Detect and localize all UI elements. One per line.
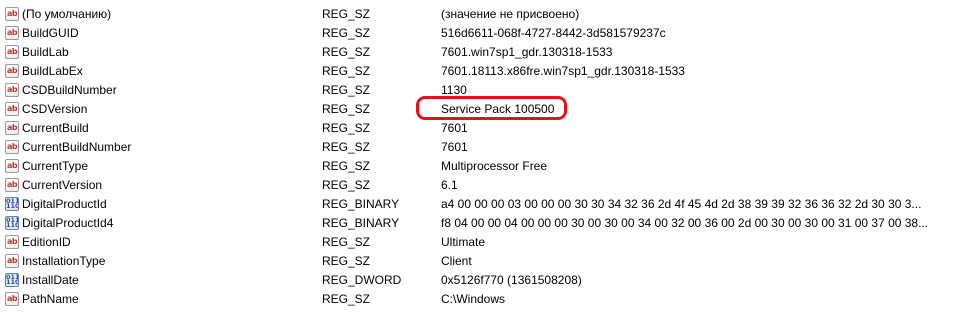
string-value-icon: ab — [5, 45, 19, 59]
string-value-icon: ab — [5, 26, 19, 40]
value-data: 7601 — [441, 140, 468, 154]
value-data: Service Pack 100500 — [441, 102, 555, 116]
value-data: 7601 — [441, 121, 468, 135]
value-type: REG_SZ — [322, 178, 371, 192]
value-data: 0x5126f770 (1361508208) — [441, 273, 582, 287]
value-type: REG_BINARY — [322, 197, 400, 211]
icon-glyph: ab — [6, 180, 18, 189]
value-data: 516d6611-068f-4727-8442-3d581579237c — [441, 26, 666, 40]
value-type: REG_BINARY — [322, 216, 400, 230]
icon-glyph: 011 110 — [6, 216, 19, 229]
value-name: (По умолчанию) — [22, 7, 112, 21]
value-name: PathName — [22, 292, 79, 306]
value-data: 7601.18113.x86fre.win7sp1_gdr.130318-153… — [441, 64, 685, 78]
value-name: DigitalProductId4 — [22, 216, 114, 230]
registry-value-row[interactable]: 011 110 InstallDate REG_DWORD 0x5126f770 (1… — [0, 271, 955, 290]
value-name: CurrentBuild — [22, 121, 89, 135]
value-name: CurrentType — [22, 159, 89, 173]
icon-glyph: ab — [6, 237, 18, 246]
value-type: REG_SZ — [322, 159, 371, 173]
registry-value-row[interactable]: ab InstallationType REG_SZ Client — [0, 252, 955, 271]
value-data: Ultimate — [441, 235, 486, 249]
icon-glyph: ab — [6, 161, 18, 170]
value-data: Multiprocessor Free — [441, 159, 548, 173]
value-data: Client — [441, 254, 472, 268]
icon-glyph: ab — [6, 47, 18, 56]
icon-glyph: 011 110 — [6, 197, 19, 210]
value-name: BuildGUID — [22, 26, 79, 40]
value-name: CurrentBuildNumber — [22, 140, 132, 154]
value-name: CSDVersion — [22, 102, 88, 116]
value-name: CurrentVersion — [22, 178, 103, 192]
registry-value-row[interactable]: ab CurrentType REG_SZ Multiprocessor Free — [0, 157, 955, 176]
value-data: 1130 — [441, 83, 467, 97]
string-value-icon: ab — [5, 64, 19, 78]
string-value-icon: ab — [5, 235, 19, 249]
binary-value-icon: 011 110 — [5, 197, 19, 211]
registry-value-row[interactable]: 011 110 DigitalProductId REG_BINARY a4 00 0… — [0, 195, 955, 214]
registry-value-row[interactable]: 011 110 DigitalProductId4 REG_BINARY f8 04 … — [0, 214, 955, 233]
string-value-icon: ab — [5, 159, 19, 173]
icon-glyph: ab — [6, 66, 18, 75]
icon-glyph: ab — [6, 28, 18, 37]
value-type: REG_SZ — [322, 102, 371, 116]
icon-glyph: ab — [6, 142, 18, 151]
value-data: (значение не присвоено) — [441, 7, 580, 21]
string-value-icon: ab — [5, 140, 19, 154]
value-name: BuildLab — [22, 45, 69, 59]
value-data: 7601.win7sp1_gdr.130318-1533 — [441, 45, 613, 59]
value-type: REG_SZ — [322, 7, 371, 21]
value-type: REG_SZ — [322, 121, 371, 135]
value-type: REG_SZ — [322, 254, 371, 268]
binary-value-icon: 011 110 — [5, 273, 19, 287]
value-data: C:\Windows — [441, 292, 506, 306]
string-value-icon: ab — [5, 83, 19, 97]
value-data: f8 04 00 00 04 00 00 00 30 00 30 00 34 0… — [441, 216, 929, 230]
string-value-icon: ab — [5, 178, 19, 192]
registry-value-row[interactable]: ab CurrentVersion REG_SZ 6.1 — [0, 176, 955, 195]
icon-glyph: 011 110 — [6, 273, 19, 286]
icon-glyph: ab — [6, 104, 18, 113]
icon-glyph: ab — [6, 85, 18, 94]
value-data: 6.1 — [441, 178, 458, 192]
registry-value-row[interactable]: ab CurrentBuildNumber REG_SZ 7601 — [0, 138, 955, 157]
value-name: InstallDate — [22, 273, 79, 287]
registry-value-row[interactable]: ab PathName REG_SZ C:\Windows — [0, 290, 955, 309]
registry-value-row[interactable]: ab CSDVersion REG_SZ Service Pack 100500 — [0, 100, 955, 119]
value-type: REG_SZ — [322, 235, 371, 249]
icon-glyph: ab — [6, 256, 18, 265]
value-name: InstallationType — [22, 254, 106, 268]
value-name: BuildLabEx — [22, 64, 83, 78]
value-data: a4 00 00 00 03 00 00 00 30 30 34 32 36 2… — [441, 197, 922, 211]
value-type: REG_SZ — [322, 26, 371, 40]
value-type: REG_SZ — [322, 83, 371, 97]
registry-value-row[interactable]: ab BuildGUID REG_SZ 516d6611-068f-4727-8442… — [0, 24, 955, 43]
value-type: REG_SZ — [322, 64, 371, 78]
string-value-icon: ab — [5, 7, 19, 21]
registry-value-row[interactable]: ab BuildLabEx REG_SZ 7601.18113.x86fre.win7… — [0, 62, 955, 81]
value-name: EditionID — [22, 235, 71, 249]
value-type: REG_SZ — [322, 140, 371, 154]
binary-value-icon: 011 110 — [5, 216, 19, 230]
value-name: DigitalProductId — [22, 197, 107, 211]
string-value-icon: ab — [5, 102, 19, 116]
registry-value-row[interactable]: ab BuildLab REG_SZ 7601.win7sp1_gdr.130318-… — [0, 43, 955, 62]
registry-values-list: ab (По умолчанию) REG_SZ (значение не присв… — [0, 5, 955, 309]
registry-value-row[interactable]: ab CurrentBuild REG_SZ 7601 — [0, 119, 955, 138]
string-value-icon: ab — [5, 254, 19, 268]
value-name: CSDBuildNumber — [22, 83, 117, 97]
string-value-icon: ab — [5, 292, 19, 306]
value-type: REG_DWORD — [322, 273, 402, 287]
string-value-icon: ab — [5, 121, 19, 135]
registry-value-row[interactable]: ab CSDBuildNumber REG_SZ 1130 — [0, 81, 955, 100]
registry-value-row[interactable]: ab EditionID REG_SZ Ultimate — [0, 233, 955, 252]
value-type: REG_SZ — [322, 292, 371, 306]
registry-value-row[interactable]: ab (По умолчанию) REG_SZ (значение не присв… — [0, 5, 955, 24]
value-type: REG_SZ — [322, 45, 371, 59]
icon-glyph: ab — [6, 9, 18, 18]
icon-glyph: ab — [6, 123, 18, 132]
icon-glyph: ab — [6, 294, 18, 303]
